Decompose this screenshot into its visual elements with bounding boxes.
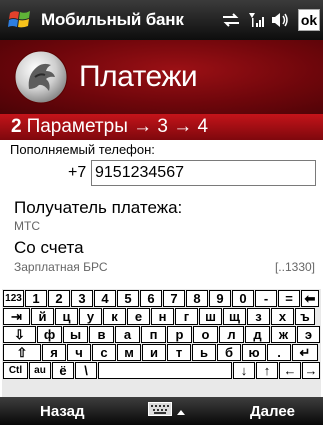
- key-ъ[interactable]: ъ: [295, 308, 315, 325]
- key-н[interactable]: н: [151, 308, 174, 325]
- key-х[interactable]: х: [271, 308, 294, 325]
- signal-icon[interactable]: [248, 11, 264, 29]
- key-т[interactable]: т: [167, 344, 191, 361]
- key-щ[interactable]: щ: [223, 308, 246, 325]
- key-у[interactable]: у: [79, 308, 102, 325]
- account-value[interactable]: Зарплатная БРС: [14, 260, 108, 274]
- arrow-right-key[interactable]: →: [302, 362, 320, 379]
- arrow-up-key[interactable]: ↑: [256, 362, 278, 379]
- key-з[interactable]: з: [247, 308, 270, 325]
- recipient-label: Получатель платежа:: [14, 198, 183, 217]
- key-и[interactable]: и: [142, 344, 166, 361]
- key-ю[interactable]: ю: [242, 344, 266, 361]
- back-button[interactable]: Назад: [40, 403, 84, 420]
- account-label: Со счета: [14, 238, 84, 257]
- ctrl-key[interactable]: Ctl: [3, 362, 28, 379]
- key-0[interactable]: 0: [232, 290, 254, 307]
- key-ж[interactable]: ж: [271, 326, 296, 343]
- key-2[interactable]: 2: [48, 290, 70, 307]
- key-9[interactable]: 9: [209, 290, 231, 307]
- key-с[interactable]: с: [92, 344, 116, 361]
- steps-label: Параметры → 3 → 4: [26, 116, 209, 137]
- key-ы[interactable]: ы: [63, 326, 88, 343]
- shift-key[interactable]: ⇧: [3, 344, 41, 361]
- key-п[interactable]: п: [141, 326, 166, 343]
- recipient-value[interactable]: МТС: [14, 219, 40, 233]
- windows-start-icon[interactable]: [5, 5, 35, 35]
- keyboard-row-1: 123 1 2 3 4 5 6 7 8 9 0 - = ⬅: [2, 289, 321, 307]
- key-ч[interactable]: ч: [67, 344, 91, 361]
- key-й[interactable]: й: [31, 308, 54, 325]
- account-number: [..1330]: [274, 260, 315, 274]
- current-step-number: 2: [11, 116, 22, 137]
- page-header: Платежи: [0, 40, 323, 114]
- key-ф[interactable]: ф: [37, 326, 62, 343]
- key-7[interactable]: 7: [163, 290, 185, 307]
- key-я[interactable]: я: [42, 344, 66, 361]
- key-5[interactable]: 5: [117, 290, 139, 307]
- keyboard-row-2: ⇥ й ц у к е н г ш щ з х ъ: [2, 307, 321, 325]
- keyboard-row-5: Ctl au ё \ ↓ ↑ ← →: [2, 361, 321, 379]
- key-ц[interactable]: ц: [55, 308, 78, 325]
- key-8[interactable]: 8: [186, 290, 208, 307]
- key-period[interactable]: .: [267, 344, 291, 361]
- key-р[interactable]: р: [167, 326, 192, 343]
- ok-button[interactable]: ok: [298, 9, 320, 31]
- key-а[interactable]: а: [115, 326, 140, 343]
- key-1[interactable]: 1: [25, 290, 47, 307]
- key-equals[interactable]: =: [278, 290, 300, 307]
- key-г[interactable]: г: [175, 308, 198, 325]
- key-л[interactable]: л: [219, 326, 244, 343]
- key-ь[interactable]: ь: [192, 344, 216, 361]
- softkey-bar: Назад Далее: [0, 397, 323, 425]
- key-6[interactable]: 6: [140, 290, 162, 307]
- lang-key[interactable]: au: [29, 362, 51, 379]
- status-bar: Мобильный банк ok: [0, 0, 323, 40]
- key-4[interactable]: 4: [94, 290, 116, 307]
- key-в[interactable]: в: [89, 326, 114, 343]
- enter-key[interactable]: ↵: [292, 344, 318, 361]
- bank-logo-icon: [13, 49, 69, 105]
- key-е[interactable]: е: [127, 308, 150, 325]
- arrow-down-key[interactable]: ↓: [233, 362, 255, 379]
- key-к[interactable]: к: [103, 308, 126, 325]
- space-key[interactable]: [98, 362, 232, 379]
- key-м[interactable]: м: [117, 344, 141, 361]
- key-backslash[interactable]: \: [75, 362, 97, 379]
- key-д[interactable]: д: [245, 326, 270, 343]
- key-123[interactable]: 123: [3, 290, 24, 307]
- app-title: Мобильный банк: [41, 10, 184, 29]
- speaker-icon[interactable]: [271, 12, 289, 28]
- key-minus[interactable]: -: [255, 290, 277, 307]
- keyboard-row-3: ⇩ ф ы в а п р о л д ж э: [2, 325, 321, 343]
- key-ё[interactable]: ё: [52, 362, 74, 379]
- key-э[interactable]: э: [297, 326, 320, 343]
- key-б[interactable]: б: [217, 344, 241, 361]
- next-button[interactable]: Далее: [250, 403, 295, 420]
- tab-key[interactable]: ⇥: [3, 308, 30, 325]
- chevron-up-icon: [176, 403, 186, 420]
- backspace-key[interactable]: ⬅: [301, 290, 319, 307]
- phone-prefix: +7: [68, 164, 87, 181]
- caps-key[interactable]: ⇩: [3, 326, 36, 343]
- page-title: Платежи: [79, 60, 198, 93]
- phone-input[interactable]: [91, 160, 316, 186]
- key-ш[interactable]: ш: [199, 308, 222, 325]
- keyboard-toggle-button[interactable]: [148, 402, 186, 420]
- key-3[interactable]: 3: [71, 290, 93, 307]
- arrow-left-key[interactable]: ←: [279, 362, 301, 379]
- sync-icon[interactable]: [221, 12, 241, 28]
- wizard-steps: 2 Параметры → 3 → 4: [0, 114, 323, 140]
- keyboard-row-4: ⇧ я ч с м и т ь б ю . ↵: [2, 343, 321, 361]
- phone-label: Пополняемый телефон:: [10, 142, 155, 157]
- key-о[interactable]: о: [193, 326, 218, 343]
- keyboard-icon: [148, 402, 173, 420]
- soft-keyboard: 123 1 2 3 4 5 6 7 8 9 0 - = ⬅ ⇥ й ц у к …: [2, 289, 321, 397]
